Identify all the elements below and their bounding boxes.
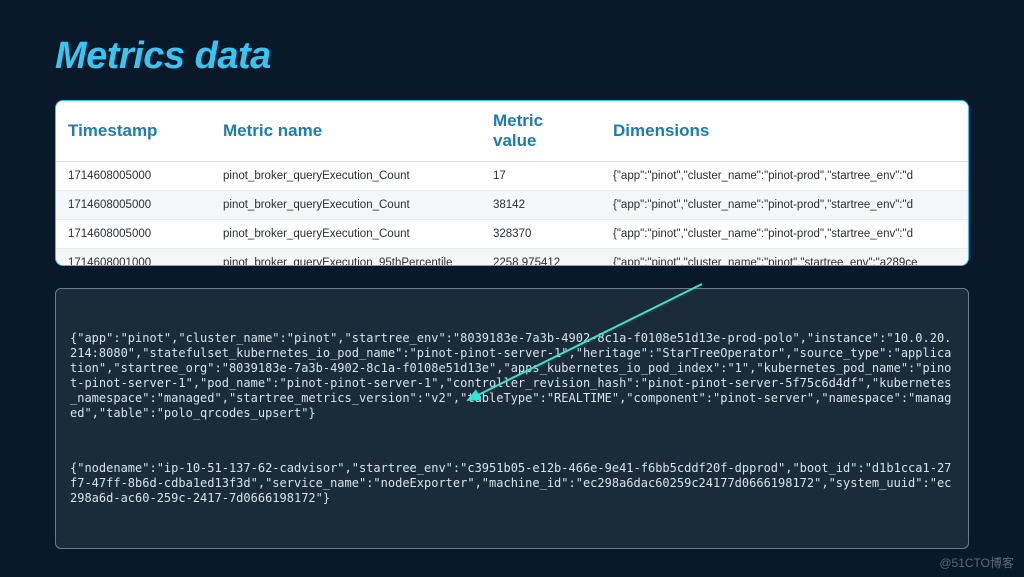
table: Timestamp Metric name Metric value Dimen… xyxy=(56,101,968,266)
cell-metric-name: pinot_broker_queryExecution_95thPercenti… xyxy=(211,249,481,267)
col-metric-name: Metric name xyxy=(211,101,481,162)
cell-metric-value: 17 xyxy=(481,162,601,191)
cell-dimensions: {"app":"pinot","cluster_name":"pinot-pro… xyxy=(601,191,968,220)
cell-dimensions: {"app":"pinot","cluster_name":"pinot","s… xyxy=(601,249,968,267)
cell-metric-name: pinot_broker_queryExecution_Count xyxy=(211,220,481,249)
cell-metric-value: 38142 xyxy=(481,191,601,220)
cell-metric-name: pinot_broker_queryExecution_Count xyxy=(211,191,481,220)
table-header-row: Timestamp Metric name Metric value Dimen… xyxy=(56,101,968,162)
json-block: {"nodename":"ip-10-51-137-62-cadvisor","… xyxy=(70,461,954,506)
col-dimensions: Dimensions xyxy=(601,101,968,162)
cell-timestamp: 1714608005000 xyxy=(56,220,211,249)
col-timestamp: Timestamp xyxy=(56,101,211,162)
json-block: {"app":"pinot","cluster_name":"pinot","s… xyxy=(70,331,954,421)
slide: Metrics data Timestamp Metric name Metri… xyxy=(0,0,1024,577)
col-metric-value: Metric value xyxy=(481,101,601,162)
table-row: 1714608005000 pinot_broker_queryExecutio… xyxy=(56,191,968,220)
cell-timestamp: 1714608005000 xyxy=(56,191,211,220)
cell-timestamp: 1714608005000 xyxy=(56,162,211,191)
cell-metric-value: 2258.975412 xyxy=(481,249,601,267)
table-row: 1714608005000 pinot_broker_queryExecutio… xyxy=(56,162,968,191)
cell-timestamp: 1714608001000 xyxy=(56,249,211,267)
json-expansion: {"app":"pinot","cluster_name":"pinot","s… xyxy=(55,288,969,549)
table-row: 1714608005000 pinot_broker_queryExecutio… xyxy=(56,220,968,249)
watermark: @51CTO博客 xyxy=(939,554,1014,571)
cell-metric-value: 328370 xyxy=(481,220,601,249)
table-row: 1714608001000 pinot_broker_queryExecutio… xyxy=(56,249,968,267)
cell-metric-name: pinot_broker_queryExecution_Count xyxy=(211,162,481,191)
cell-dimensions: {"app":"pinot","cluster_name":"pinot-pro… xyxy=(601,162,968,191)
page-title: Metrics data xyxy=(55,35,969,78)
cell-dimensions: {"app":"pinot","cluster_name":"pinot-pro… xyxy=(601,220,968,249)
metrics-table: Timestamp Metric name Metric value Dimen… xyxy=(55,100,969,266)
